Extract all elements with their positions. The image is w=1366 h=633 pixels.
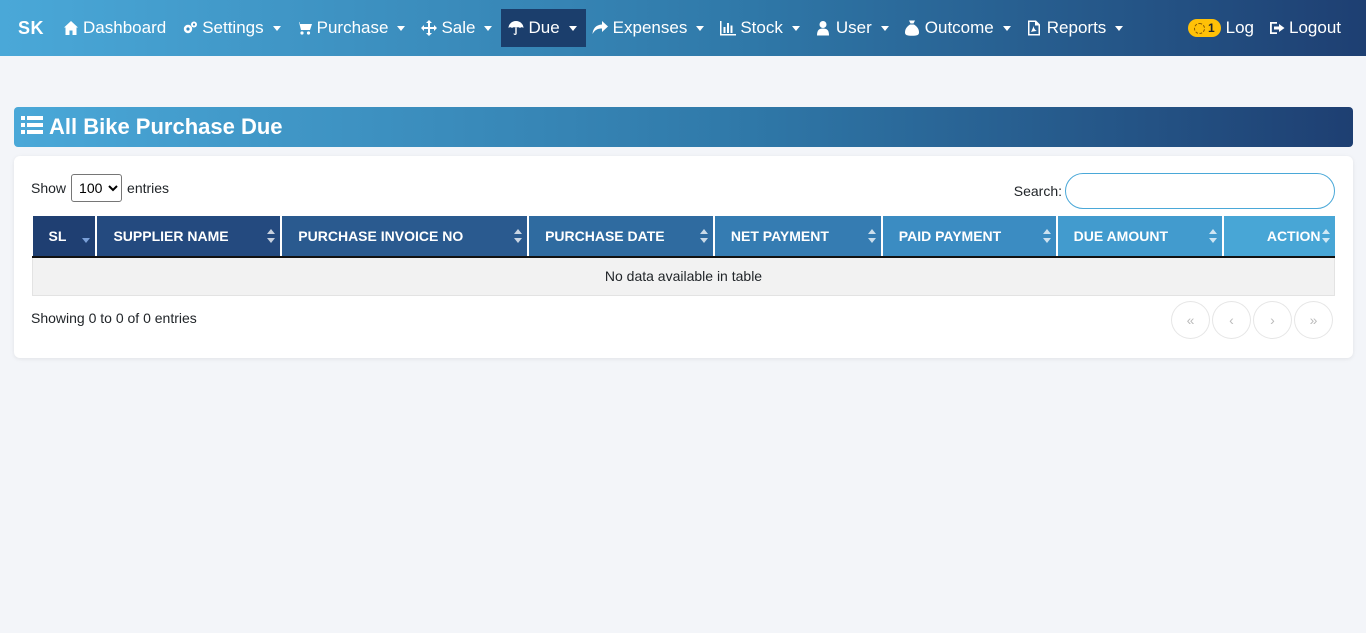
entries-label: entries xyxy=(127,180,170,196)
nav-stock[interactable]: Stock xyxy=(713,9,809,47)
show-label: Show xyxy=(31,180,67,196)
nav-stock-label: Stock xyxy=(740,18,783,37)
search-input[interactable] xyxy=(1065,173,1335,209)
sort-icon xyxy=(267,229,276,243)
col-net-payment[interactable]: NET PAYMENT xyxy=(713,216,883,258)
col-supplier-name[interactable]: SUPPLIER NAME xyxy=(96,216,283,258)
nav-user[interactable]: User xyxy=(809,9,898,47)
nav-reports[interactable]: Reports xyxy=(1020,9,1133,47)
nav-settings-label: Settings xyxy=(202,18,264,37)
bar-chart-icon xyxy=(719,20,736,37)
nav-expenses-label: Expenses xyxy=(612,18,688,37)
sort-icon xyxy=(1208,229,1217,243)
arrows-move-icon xyxy=(420,20,437,37)
chevron-down-icon xyxy=(484,25,493,31)
umbrella-icon xyxy=(507,20,524,37)
chevron-down-icon xyxy=(568,25,577,31)
last-page-button[interactable]: » xyxy=(1294,301,1333,339)
sign-out-icon xyxy=(1268,20,1285,37)
chevron-down-icon xyxy=(397,25,406,31)
chevron-down-icon xyxy=(696,25,705,31)
money-bag-icon xyxy=(904,20,921,37)
nav-logout-label: Logout xyxy=(1289,18,1341,37)
nav-due[interactable]: Due xyxy=(501,9,586,47)
nav-sale-label: Sale xyxy=(441,18,476,37)
home-icon xyxy=(62,20,79,37)
sort-icon xyxy=(699,229,708,243)
sort-desc-icon xyxy=(82,229,91,243)
first-page-button[interactable]: « xyxy=(1171,301,1210,339)
nav-outcome[interactable]: Outcome xyxy=(898,9,1020,47)
cart-icon xyxy=(296,20,313,37)
search-label: Search: xyxy=(1013,183,1062,199)
page-length-control: Show 102550100 entries xyxy=(31,174,169,202)
nav-logout[interactable]: Logout xyxy=(1266,9,1366,47)
sort-icon xyxy=(867,229,876,243)
col-purchase-invoice-no[interactable]: PURCHASE INVOICE NO xyxy=(281,216,530,258)
col-purchase-date[interactable]: PURCHASE DATE xyxy=(528,216,715,258)
chevron-down-icon xyxy=(791,25,800,31)
nav-dashboard[interactable]: Dashboard xyxy=(56,9,175,47)
table-info: Showing 0 to 0 of 0 entries xyxy=(31,310,197,326)
nav-outcome-label: Outcome xyxy=(924,18,994,37)
page-title: All Bike Purchase Due xyxy=(49,114,283,139)
nav-sale[interactable]: Sale xyxy=(414,9,501,47)
chevron-down-icon xyxy=(272,25,281,31)
col-due-amount[interactable]: DUE AMOUNT xyxy=(1056,216,1224,258)
nav-dashboard-label: Dashboard xyxy=(83,18,167,37)
pdf-file-icon xyxy=(1026,20,1043,37)
chevron-down-icon xyxy=(1002,25,1011,31)
nav-due-label: Due xyxy=(528,18,560,37)
next-page-button[interactable]: › xyxy=(1253,301,1292,339)
nav-reports-label: Reports xyxy=(1046,18,1107,37)
nav-purchase[interactable]: Purchase xyxy=(290,9,415,47)
empty-table-message: No data available in table xyxy=(32,257,1335,296)
user-icon xyxy=(815,20,832,37)
chevron-down-icon xyxy=(880,25,889,31)
sort-icon xyxy=(1042,229,1051,243)
log-count: 1 xyxy=(1207,21,1215,35)
nav-log[interactable]: 1 Log xyxy=(1186,9,1266,47)
col-action[interactable]: ACTION xyxy=(1222,216,1335,258)
data-table-card: Show 102550100 entries Search: SL SUPPLI… xyxy=(14,156,1353,358)
sort-icon xyxy=(514,229,523,243)
sun-icon xyxy=(1193,22,1205,34)
nav-purchase-label: Purchase xyxy=(316,18,389,37)
gears-icon xyxy=(181,20,198,37)
pagination: « ‹ › » xyxy=(1171,301,1333,339)
brand-logo[interactable]: SK xyxy=(18,18,44,39)
share-icon xyxy=(592,20,609,37)
nav-user-label: User xyxy=(835,18,872,37)
top-navbar: SK Dashboard Settings Purchase Sale Due … xyxy=(0,0,1366,56)
nav-expenses[interactable]: Expenses xyxy=(586,9,714,47)
previous-page-button[interactable]: ‹ xyxy=(1212,301,1251,339)
due-table: SL SUPPLIER NAME PURCHASE INVOICE NO PUR… xyxy=(32,216,1335,296)
page-header: All Bike Purchase Due xyxy=(14,107,1353,147)
log-badge: 1 xyxy=(1187,19,1221,37)
col-sl[interactable]: SL xyxy=(32,216,98,258)
table-row: No data available in table xyxy=(32,257,1335,296)
search-control: Search: xyxy=(1014,173,1335,209)
chevron-down-icon xyxy=(1115,25,1124,31)
nav-log-label: Log xyxy=(1225,18,1254,37)
table-header-row: SL SUPPLIER NAME PURCHASE INVOICE NO PUR… xyxy=(32,216,1335,258)
list-icon xyxy=(21,115,49,140)
nav-right-group: 1 Log Logout xyxy=(1186,0,1366,56)
col-paid-payment[interactable]: PAID PAYMENT xyxy=(881,216,1058,258)
sort-icon xyxy=(1321,229,1330,243)
nav-settings[interactable]: Settings xyxy=(175,9,289,47)
page-length-select[interactable]: 102550100 xyxy=(71,174,123,202)
